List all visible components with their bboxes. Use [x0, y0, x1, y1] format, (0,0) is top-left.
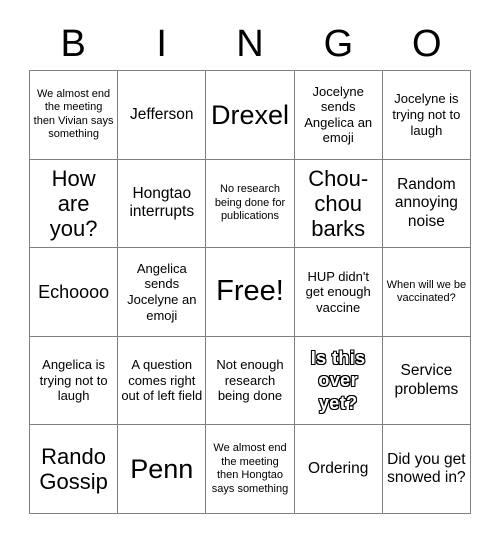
bingo-cell-text: Echoooo — [38, 281, 110, 302]
bingo-cell-text: Jefferson — [130, 105, 194, 123]
bingo-header-letter-o: O — [412, 23, 442, 65]
bingo-cell-i1[interactable]: Jefferson — [118, 71, 207, 160]
bingo-cell-text: Angelica is trying not to laugh — [39, 357, 108, 404]
bingo-header-letter-i: I — [156, 23, 167, 65]
bingo-cell-o4[interactable]: Service problems — [382, 336, 471, 426]
bingo-cell-text: HUP didn't get enough vaccine — [305, 268, 371, 315]
bingo-cell-text: Service problems — [394, 362, 459, 398]
bingo-cell-g3[interactable]: HUP didn't get enough vaccine — [294, 248, 383, 337]
bingo-header-letter-n: N — [236, 23, 264, 65]
bingo-cell-g2[interactable]: Chou-chou barks — [294, 159, 383, 249]
bingo-header-letter-b: B — [60, 23, 86, 65]
bingo-cell-text: Hongtao interrupts — [129, 185, 195, 221]
bingo-cell-text: We almost end the meeting then Hongtao s… — [211, 442, 289, 495]
bingo-cell-i4[interactable]: A question comes right out of left field — [118, 336, 207, 426]
bingo-cell-text: No research being done for publications — [214, 183, 286, 223]
bingo-cell-b2[interactable]: How are you? — [30, 159, 119, 249]
bingo-cell-n1[interactable]: Drexel — [206, 71, 295, 160]
bingo-cell-text: Jocelyne is trying not to laugh — [392, 91, 461, 138]
bingo-header-letter-g: G — [323, 23, 354, 65]
bingo-cell-o1[interactable]: Jocelyne is trying not to laugh — [382, 71, 471, 160]
bingo-cell-b1[interactable]: We almost end the meeting then Vivian sa… — [30, 71, 119, 160]
bingo-cell-i2[interactable]: Hongtao interrupts — [118, 159, 207, 249]
bingo-cell-text: Random annoying noise — [394, 175, 458, 230]
bingo-cell-text: Jocelyne sends Angelica an emoji — [304, 83, 373, 146]
bingo-cell-text: We almost end the meeting then Vivian sa… — [33, 87, 114, 141]
bingo-cell-text: A question comes right out of left field — [121, 357, 203, 404]
bingo-cell-g5[interactable]: Ordering — [294, 425, 383, 514]
bingo-cell-b4[interactable]: Angelica is trying not to laugh — [30, 336, 119, 426]
bingo-cell-free-space[interactable]: Free! — [206, 248, 295, 337]
bingo-cell-text: Ordering — [308, 460, 369, 478]
bingo-cell-text: How are you? — [49, 165, 98, 241]
bingo-cell-text: Did you get snowed in? — [387, 450, 466, 487]
bingo-header-row: B I N G O — [29, 18, 471, 70]
bingo-cell-text: Is this over yet? — [310, 347, 366, 413]
bingo-grid: We almost end the meeting then Vivian sa… — [29, 70, 471, 514]
bingo-cell-text: Free! — [216, 275, 284, 308]
bingo-cell-text: Penn — [130, 454, 194, 485]
bingo-cell-b3[interactable]: Echoooo — [30, 248, 119, 337]
bingo-cell-text: Angelica sends Jocelyne an emoji — [127, 260, 197, 323]
bingo-cell-o5[interactable]: Did you get snowed in? — [382, 425, 471, 514]
bingo-cell-text: Rando Gossip — [39, 444, 108, 495]
bingo-cell-b5[interactable]: Rando Gossip — [30, 425, 119, 514]
bingo-cell-text: Drexel — [210, 99, 289, 130]
bingo-card: B I N G O We almost end the meeting then… — [0, 0, 500, 544]
bingo-cell-text: Not enough research being done — [216, 357, 284, 404]
bingo-cell-i5[interactable]: Penn — [118, 425, 207, 514]
bingo-cell-n4[interactable]: Not enough research being done — [206, 336, 295, 426]
bingo-cell-i3[interactable]: Angelica sends Jocelyne an emoji — [118, 248, 207, 337]
bingo-cell-o3[interactable]: When will we be vaccinated? — [382, 248, 471, 337]
bingo-cell-o2[interactable]: Random annoying noise — [382, 159, 471, 249]
bingo-cell-text: When will we be vaccinated? — [386, 278, 467, 304]
bingo-cell-n2[interactable]: No research being done for publications — [206, 159, 295, 249]
bingo-cell-g1[interactable]: Jocelyne sends Angelica an emoji — [294, 71, 383, 160]
bingo-cell-n5[interactable]: We almost end the meeting then Hongtao s… — [206, 425, 295, 514]
bingo-cell-g4[interactable]: Is this over yet? — [294, 336, 383, 426]
bingo-cell-text: Chou-chou barks — [308, 165, 369, 241]
